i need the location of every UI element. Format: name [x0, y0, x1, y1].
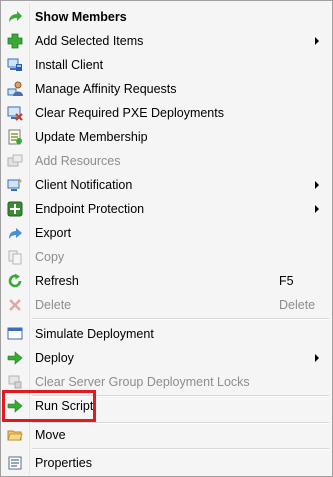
deploy-icon: [7, 350, 23, 366]
properties-icon: [7, 455, 23, 471]
menu-item-label: Add Resources: [35, 154, 121, 168]
menu-item-simulate-deployment[interactable]: Simulate Deployment: [3, 322, 330, 346]
add-resources-icon: [7, 153, 23, 169]
shortcut-label: F5: [279, 274, 294, 288]
run-script-highlight-box: [2, 390, 96, 422]
menu-item-client-notification[interactable]: Client Notification: [3, 173, 330, 197]
delete-icon: [7, 297, 23, 313]
submenu-arrow-icon: [315, 205, 319, 213]
menu-separator: [32, 318, 329, 320]
menu-item-delete: Delete Delete: [3, 293, 330, 317]
client-notification-icon: [7, 177, 23, 193]
menu-item-label: Clear Required PXE Deployments: [35, 106, 224, 120]
submenu-arrow-icon: [315, 354, 319, 362]
user-affinity-icon: [7, 81, 23, 97]
menu-item-label: Refresh: [35, 274, 79, 288]
menu-item-label: Add Selected Items: [35, 34, 144, 48]
menu-item-deploy[interactable]: Deploy: [3, 346, 330, 370]
menu-item-label: Client Notification: [35, 178, 133, 192]
pxe-clear-icon: [7, 105, 23, 121]
update-membership-icon: [7, 129, 23, 145]
menu-item-label: Export: [35, 226, 72, 240]
menu-item-update-membership[interactable]: Update Membership: [3, 125, 330, 149]
export-icon: [7, 225, 23, 241]
menu-item-refresh[interactable]: Refresh F5: [3, 269, 330, 293]
menu-item-copy: Copy: [3, 245, 330, 269]
menu-item-label: Deploy: [35, 351, 74, 365]
menu-item-label: Copy: [35, 250, 65, 264]
menu-item-export[interactable]: Export: [3, 221, 330, 245]
menu-separator: [32, 448, 329, 450]
menu-item-label: Install Client: [35, 58, 104, 72]
menu-item-move[interactable]: Move: [3, 423, 330, 447]
copy-icon: [7, 249, 23, 265]
menu-item-manage-affinity-requests[interactable]: Manage Affinity Requests: [3, 77, 330, 101]
simulate-deployment-icon: [7, 326, 23, 342]
menu-item-clear-required-pxe-deployments[interactable]: Clear Required PXE Deployments: [3, 101, 330, 125]
menu-item-label: Update Membership: [35, 130, 148, 144]
menu-item-install-client[interactable]: Install Client: [3, 53, 330, 77]
menu-item-label: Simulate Deployment: [35, 327, 154, 341]
menu-item-label: Manage Affinity Requests: [35, 82, 177, 96]
menu-item-label: Clear Server Group Deployment Locks: [35, 375, 250, 389]
menu-item-label: Show Members: [35, 10, 127, 24]
arrow-right-icon: [7, 9, 23, 25]
menu-item-label: Properties: [35, 456, 92, 470]
menu-item-add-selected-items[interactable]: Add Selected Items: [3, 29, 330, 53]
endpoint-protection-icon: [7, 201, 23, 217]
menu-item-label: Move: [35, 428, 66, 442]
menu-item-add-resources: Add Resources: [3, 149, 330, 173]
shortcut-label: Delete: [279, 298, 316, 312]
menu-item-properties[interactable]: Properties: [3, 451, 330, 475]
submenu-arrow-icon: [315, 181, 319, 189]
refresh-icon: [7, 273, 23, 289]
menu-item-endpoint-protection[interactable]: Endpoint Protection: [3, 197, 330, 221]
menu-item-label: Endpoint Protection: [35, 202, 145, 216]
plus-icon: [7, 33, 23, 49]
install-client-icon: [7, 57, 23, 73]
menu-item-label: Delete: [35, 298, 72, 312]
context-menu: Show Members Add Selected Items Install …: [0, 0, 333, 477]
menu-item-show-members[interactable]: Show Members: [3, 5, 330, 29]
clear-locks-icon: [7, 374, 23, 390]
submenu-arrow-icon: [315, 37, 319, 45]
move-folder-icon: [7, 427, 23, 443]
